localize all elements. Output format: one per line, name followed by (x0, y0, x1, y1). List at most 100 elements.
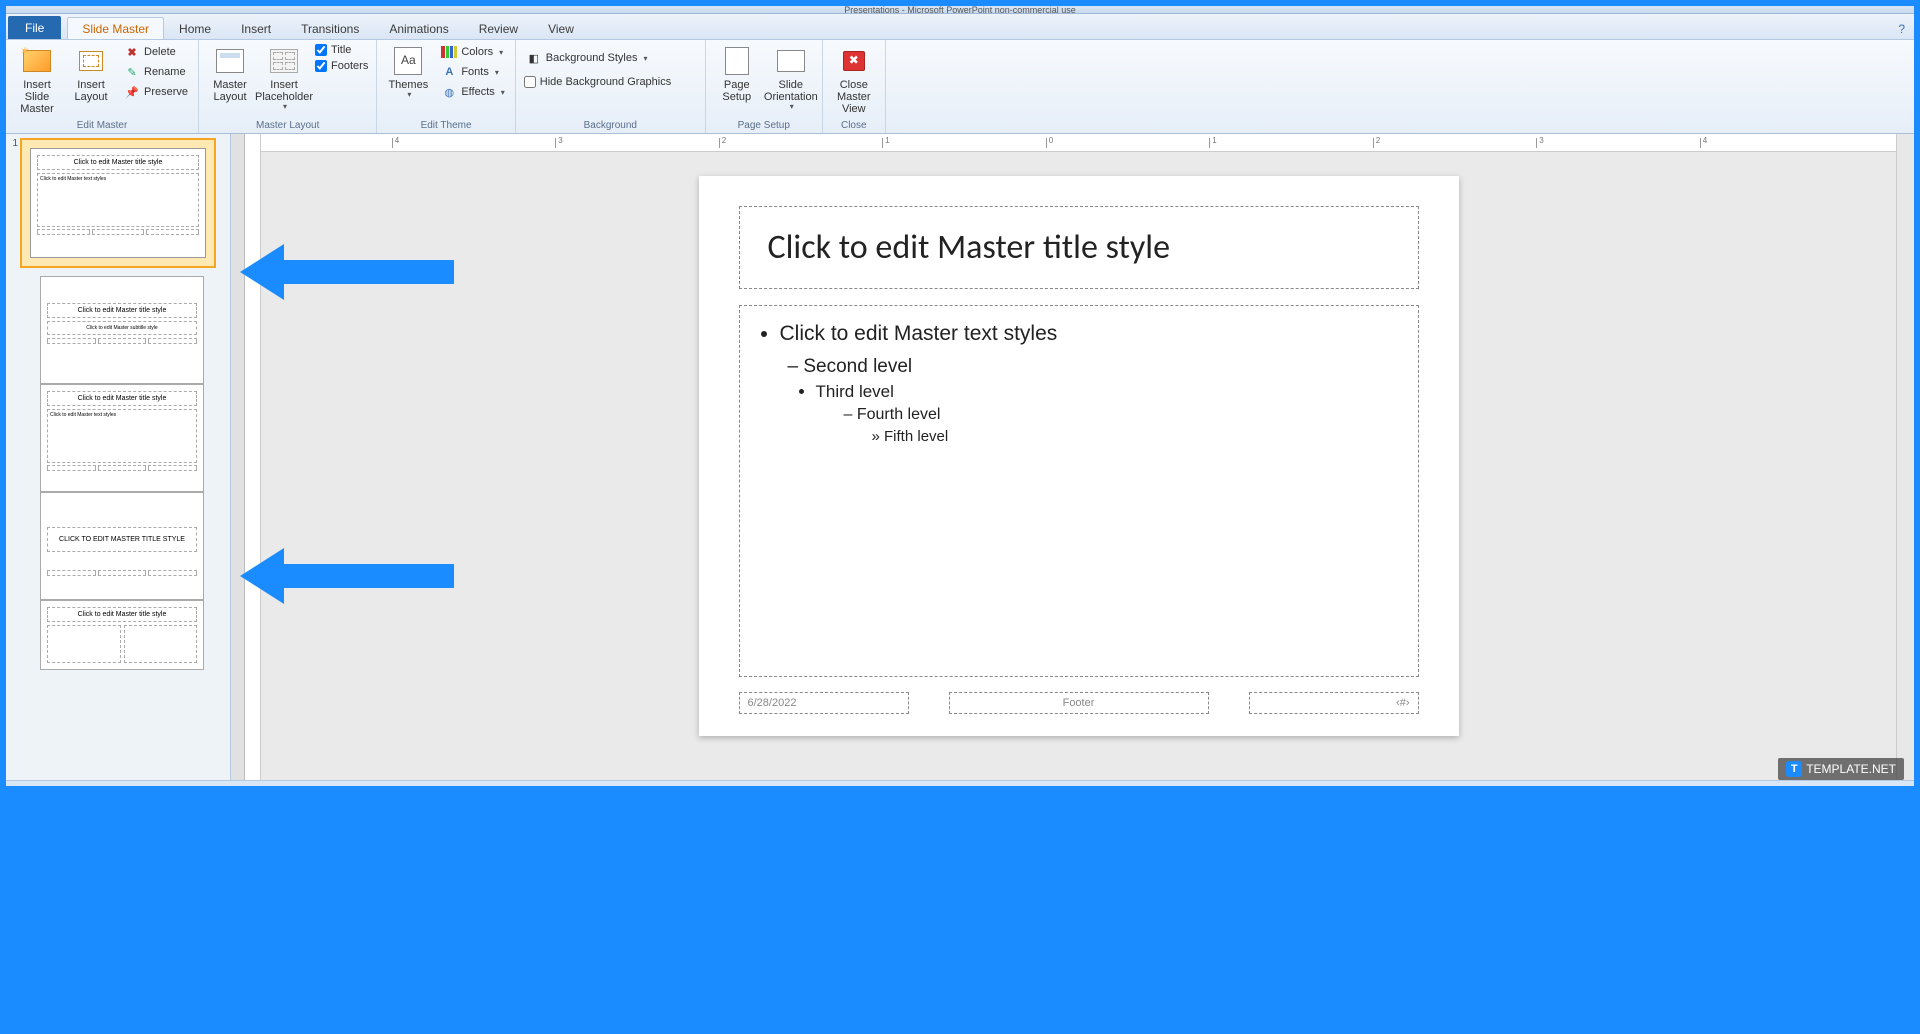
thumb-layout-1[interactable]: Click to edit Master title style Click t… (40, 276, 204, 384)
rename-button[interactable]: ✎Rename (120, 63, 192, 81)
thumb-pane-scrollbar[interactable] (231, 134, 245, 780)
effects-button[interactable]: ◍Effects▾ (437, 83, 508, 101)
title-placeholder[interactable]: Click to edit Master title style (739, 206, 1419, 289)
insert-slide-master-button[interactable]: Insert Slide Master (12, 43, 62, 115)
thumb-layout4-title: Click to edit Master title style (47, 607, 197, 622)
background-styles-button[interactable]: ◧ Background Styles ▾ (522, 49, 652, 67)
slide-number-placeholder[interactable]: ‹#› (1249, 692, 1419, 714)
group-label-edit-theme: Edit Theme (383, 120, 508, 133)
page-setup-button[interactable]: Page Setup (712, 43, 762, 103)
arrow-body-icon (284, 260, 454, 284)
colors-icon (441, 44, 457, 60)
fonts-label: Fonts (461, 66, 489, 78)
tab-slide-master[interactable]: Slide Master (67, 17, 164, 39)
body-level-2: Second level (788, 356, 1396, 378)
master-layout-icon (214, 45, 246, 77)
thumbnail-pane[interactable]: 1 Click to edit Master title style Click… (6, 134, 231, 780)
effects-icon: ◍ (441, 84, 457, 100)
tab-file[interactable]: File (8, 16, 61, 39)
group-background: ◧ Background Styles ▾ Hide Background Grap… (516, 40, 706, 133)
thumb-layout1-sub: Click to edit Master subtitle style (47, 321, 197, 335)
footers-checkbox[interactable]: Footers (313, 59, 370, 73)
insert-layout-icon (75, 45, 107, 77)
vertical-scrollbar[interactable] (1896, 134, 1914, 780)
close-master-view-label: Close Master View (829, 79, 879, 115)
page-setup-label: Page Setup (712, 79, 762, 103)
themes-button[interactable]: Themes▾ (383, 43, 433, 100)
tab-animations[interactable]: Animations (374, 17, 463, 39)
body-level-4: Fourth level (844, 406, 1396, 424)
thumb-slide-master[interactable]: Click to edit Master title style Click t… (20, 138, 216, 268)
slide-orientation-button[interactable]: Slide Orientation▾ (766, 43, 816, 112)
background-styles-label: Background Styles (546, 52, 638, 64)
footer-row: 6/28/2022 Footer ‹#› (739, 692, 1419, 714)
ruler-tick: 3 (1539, 136, 1543, 145)
colors-label: Colors (461, 46, 493, 58)
hide-background-checkbox[interactable]: Hide Background Graphics (522, 75, 673, 89)
chevron-down-icon: ▾ (283, 103, 287, 112)
insert-layout-button[interactable]: Insert Layout (66, 43, 116, 103)
body-placeholder[interactable]: Click to edit Master text styles Second … (739, 305, 1419, 677)
ruler-tick: 4 (395, 136, 399, 145)
page-setup-icon (721, 45, 753, 77)
thumb-master-row: 1 Click to edit Master title style Click… (8, 138, 228, 268)
ribbon-tabs: File Slide Master Home Insert Transition… (6, 14, 1914, 40)
vertical-ruler-area (231, 134, 261, 780)
title-checkbox[interactable]: Title (313, 43, 370, 57)
tab-transitions[interactable]: Transitions (286, 17, 374, 39)
thumb-layout-3[interactable]: CLICK TO EDIT MASTER TITLE STYLE (40, 492, 204, 600)
thumb-layout4-right (124, 625, 198, 663)
hide-background-label: Hide Background Graphics (540, 76, 671, 88)
close-icon: ✖ (838, 45, 870, 77)
group-label-background: Background (522, 120, 699, 133)
ruler-tick: 1 (1212, 136, 1216, 145)
ruler-tick: 1 (885, 136, 889, 145)
ruler-tick: 0 (1049, 136, 1053, 145)
thumb-layout3-footer (47, 570, 197, 576)
fonts-button[interactable]: AFonts▾ (437, 63, 508, 81)
tab-view[interactable]: View (533, 17, 589, 39)
chevron-down-icon: ▾ (407, 91, 411, 100)
body-level-1: Click to edit Master text styles (780, 322, 1396, 346)
slide-viewport[interactable]: Click to edit Master title style Click t… (261, 152, 1896, 780)
chevron-down-icon: ▾ (644, 54, 648, 63)
fonts-icon: A (441, 64, 457, 80)
horizontal-ruler[interactable]: 4 3 2 1 0 1 2 3 4 (261, 134, 1896, 152)
group-edit-master: Insert Slide Master Insert Layout ✖Delet… (6, 40, 199, 133)
group-label-master-layout: Master Layout (205, 120, 370, 133)
help-icon[interactable]: ? (1895, 19, 1908, 39)
group-label-page-setup: Page Setup (712, 120, 816, 133)
thumb-master-title: Click to edit Master title style (37, 155, 199, 170)
footer-placeholder[interactable]: Footer (949, 692, 1209, 714)
footers-checkbox-label: Footers (331, 60, 368, 72)
slide-master-icon (21, 45, 53, 77)
canvas-area: 4 3 2 1 0 1 2 3 4 Click to edit Master t… (261, 134, 1896, 780)
thumb-layout2-body: Click to edit Master text styles (47, 409, 197, 463)
slide-master-canvas[interactable]: Click to edit Master title style Click t… (699, 176, 1459, 736)
tab-insert[interactable]: Insert (226, 17, 286, 39)
arrow-body-icon (284, 564, 454, 588)
delete-label: Delete (144, 46, 176, 58)
thumb-layout1-title: Click to edit Master title style (47, 303, 197, 318)
thumb-layout1-footer (47, 338, 197, 344)
background-styles-icon: ◧ (526, 50, 542, 66)
tab-home[interactable]: Home (164, 17, 226, 39)
close-master-view-button[interactable]: ✖ Close Master View (829, 43, 879, 115)
thumb-layout-4[interactable]: Click to edit Master title style (40, 600, 204, 670)
thumb-layout-2[interactable]: Click to edit Master title style Click t… (40, 384, 204, 492)
slide-orientation-label: Slide Orientation (764, 79, 818, 103)
annotation-arrow-1 (240, 244, 454, 300)
master-layout-button[interactable]: Master Layout (205, 43, 255, 103)
delete-button[interactable]: ✖Delete (120, 43, 192, 61)
colors-button[interactable]: Colors▾ (437, 43, 508, 61)
body-level-5: Fifth level (872, 428, 1396, 445)
watermark: T TEMPLATE.NET (1778, 758, 1904, 780)
insert-slide-master-label: Insert Slide Master (12, 79, 62, 115)
vertical-ruler[interactable] (245, 134, 260, 780)
preserve-button[interactable]: 📌Preserve (120, 83, 192, 101)
thumb-master-body: Click to edit Master text styles (37, 173, 199, 227)
insert-placeholder-button[interactable]: Insert Placeholder▾ (259, 43, 309, 112)
tab-review[interactable]: Review (464, 17, 533, 39)
date-placeholder[interactable]: 6/28/2022 (739, 692, 909, 714)
group-label-edit-master: Edit Master (12, 120, 192, 133)
